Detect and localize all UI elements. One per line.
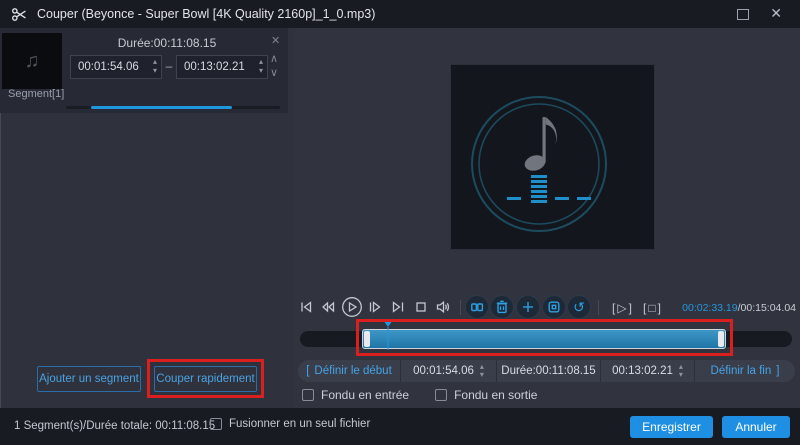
play-segment-button[interactable]: [▷] — [609, 299, 635, 316]
spin-up-icon[interactable]: ▴ — [153, 57, 157, 66]
fade-in-label: Fondu en entrée — [321, 388, 410, 402]
spin-down-icon[interactable]: ▾ — [679, 371, 683, 379]
step-forward-icon[interactable] — [367, 299, 383, 315]
split-segment-button[interactable] — [465, 295, 489, 319]
spin-up-icon[interactable]: ▴ — [259, 57, 263, 66]
spin-down-icon[interactable]: ▾ — [480, 371, 484, 379]
timeline-selection[interactable] — [362, 329, 726, 349]
merge-checkbox[interactable] — [210, 418, 222, 430]
cut-dialog-window: Couper (Beyonce - Super Bowl [4K Quality… — [0, 0, 800, 445]
save-button[interactable]: Enregistrer — [630, 416, 713, 438]
current-time: 00:02:33.19 — [682, 302, 738, 314]
divider — [598, 300, 599, 315]
segment-thumbnail[interactable]: ♫ — [2, 33, 62, 89]
set-end-button[interactable]: Définir la fin ] — [694, 360, 795, 382]
scissors-icon — [12, 7, 26, 21]
fade-in-option[interactable]: Fondu en entrée — [302, 388, 409, 402]
fade-out-checkbox[interactable] — [435, 389, 448, 401]
fade-out-label: Fondu en sortie — [454, 388, 538, 402]
delete-segment-button[interactable] — [490, 295, 514, 319]
music-notes-icon: ♫ — [24, 49, 40, 72]
spin-down-icon[interactable]: ▾ — [153, 66, 157, 75]
reset-button[interactable]: ↺ — [567, 295, 591, 319]
segment-start-value: 00:01:54.06 — [78, 61, 139, 73]
reset-icon: ↺ — [573, 299, 585, 315]
segment-end-value: 00:13:02.21 — [184, 61, 245, 73]
trim-start-input[interactable]: 00:01:54.06 ▴ ▾ — [400, 360, 496, 382]
footer-bar: 1 Segment(s)/Durée totale: 00:11:08.15 F… — [0, 408, 800, 445]
window-title: Couper (Beyonce - Super Bowl [4K Quality… — [37, 7, 376, 21]
skip-start-icon[interactable] — [298, 299, 314, 315]
trim-start-handle[interactable] — [364, 331, 370, 347]
trim-start-value: 00:01:54.06 — [413, 365, 474, 377]
maximize-button[interactable] — [737, 9, 749, 20]
trim-end-spinner[interactable]: ▴ ▾ — [679, 363, 683, 379]
trim-duration-label: Durée:00:11:08.15 — [496, 360, 600, 382]
add-segment-icon-button[interactable] — [516, 295, 540, 319]
set-end-label: Définir la fin — [710, 365, 772, 377]
close-button[interactable]: ✕ — [770, 5, 782, 22]
chevron-up-icon[interactable]: ∧ — [270, 52, 278, 65]
total-time: /00:15:04.04 — [737, 302, 796, 314]
cancel-button[interactable]: Annuler — [722, 416, 790, 438]
rewind-icon[interactable] — [320, 299, 336, 315]
transport-bar: ↺ [▷] [□] 00:02:33.19/00:15:04.04 — [295, 294, 798, 322]
trim-end-handle[interactable] — [718, 331, 724, 347]
merge-label: Fusionner en un seul fichier — [229, 418, 371, 430]
stop-segment-icon: □ — [648, 300, 656, 315]
trim-start-spinner[interactable]: ▴ ▾ — [480, 363, 484, 379]
segment-name-label: Segment[1] — [8, 88, 65, 100]
fade-in-checkbox[interactable] — [302, 389, 314, 401]
skip-end-icon[interactable] — [390, 299, 406, 315]
segment-delete-icon[interactable]: ✕ — [271, 34, 280, 47]
add-segment-button[interactable]: Ajouter un segment — [37, 366, 141, 392]
set-start-label: Définir le début — [314, 365, 392, 377]
segment-end-spinner[interactable]: ▴ ▾ — [259, 57, 263, 75]
trim-end-value: 00:13:02.21 — [612, 365, 673, 377]
segment-mini-timeline-fill — [90, 106, 232, 109]
range-dash: – — [165, 59, 173, 73]
merge-option[interactable]: Fusionner en un seul fichier — [210, 418, 370, 430]
segment-duration-label: Durée:00:11:08.15 — [117, 36, 217, 50]
titlebar: Couper (Beyonce - Super Bowl [4K Quality… — [0, 0, 800, 28]
audio-preview-art — [450, 64, 655, 250]
play-segment-icon: ▷ — [617, 300, 627, 315]
stop-segment-button[interactable]: [□] — [639, 299, 665, 316]
chevron-down-icon[interactable]: ∨ — [270, 66, 278, 79]
segment-summary: 1 Segment(s)/Durée totale: 00:11:08.15 — [14, 420, 216, 432]
copy-segment-button[interactable] — [542, 295, 566, 319]
segment-start-spinner[interactable]: ▴ ▾ — [153, 57, 157, 75]
set-start-button[interactable]: [ Définir le début — [298, 360, 400, 382]
spin-down-icon[interactable]: ▾ — [259, 66, 263, 75]
playhead-line — [387, 327, 389, 350]
divider — [460, 300, 461, 315]
fade-out-option[interactable]: Fondu en sortie — [435, 388, 537, 402]
trim-end-input[interactable]: 00:13:02.21 ▴ ▾ — [600, 360, 694, 382]
trim-bar: [ Définir le début 00:01:54.06 ▴ ▾ Durée… — [298, 360, 795, 382]
play-icon[interactable] — [341, 296, 363, 318]
music-note-artwork — [471, 96, 607, 232]
stop-icon[interactable] — [413, 299, 429, 315]
quick-cut-button[interactable]: Couper rapidement — [154, 366, 257, 392]
fade-options: Fondu en entrée Fondu en sortie — [302, 388, 537, 402]
volume-icon[interactable] — [435, 299, 451, 315]
segment-start-input[interactable]: 00:01:54.06 ▴ ▾ — [70, 55, 162, 79]
time-display: 00:02:33.19/00:15:04.04 — [682, 302, 796, 314]
segment-panel: ♫ Durée:00:11:08.15 00:01:54.06 ▴ ▾ – 00… — [0, 28, 288, 113]
playhead-marker[interactable] — [383, 320, 393, 327]
segment-mini-timeline — [66, 106, 280, 109]
segment-end-input[interactable]: 00:13:02.21 ▴ ▾ — [176, 55, 268, 79]
